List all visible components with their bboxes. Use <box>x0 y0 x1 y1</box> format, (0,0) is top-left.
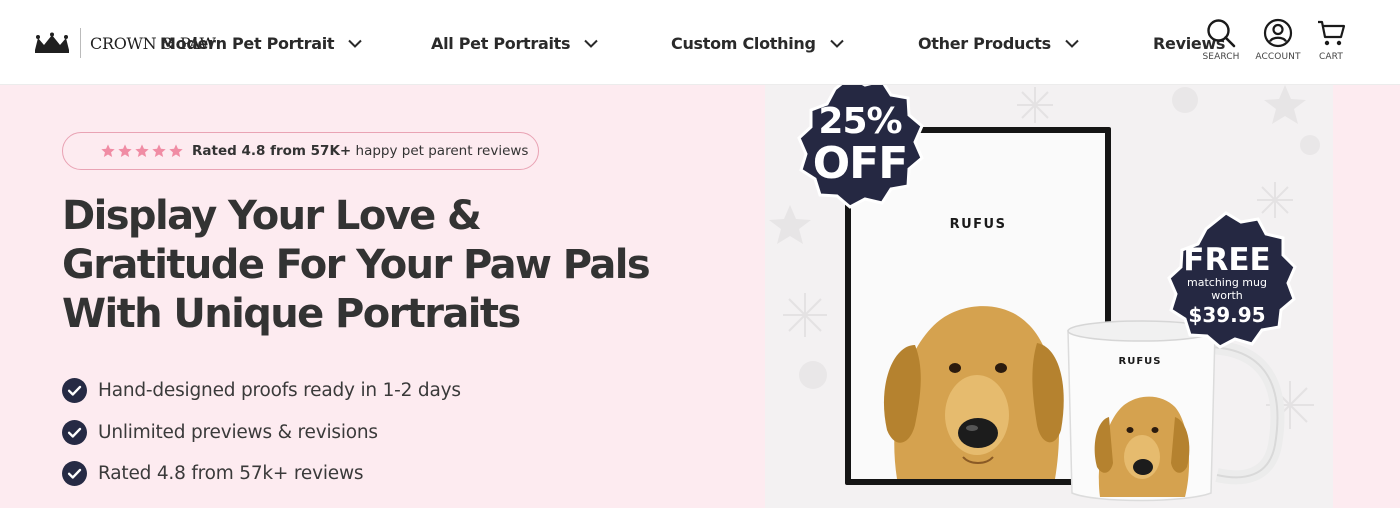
account-label: ACCOUNT <box>1255 52 1301 62</box>
rating-badge: Rated 4.8 from 57K+ happy pet parent rev… <box>62 132 539 170</box>
chevron-down-icon <box>1065 39 1079 48</box>
hero-title-line: Gratitude For Your Paw Pals <box>62 242 651 288</box>
cart-label: CART <box>1319 52 1343 62</box>
discount-percent: 25% <box>818 101 901 142</box>
free-worth: worth <box>1211 289 1243 302</box>
star-rating <box>100 143 184 159</box>
star-icon <box>118 144 132 157</box>
free-subtext: matching mug <box>1187 276 1267 289</box>
chevron-down-icon <box>584 39 598 48</box>
hero-title-line: With Unique Portraits <box>62 291 521 337</box>
hero-title-line: Display Your Love & <box>62 193 482 239</box>
feature-item: Hand-designed proofs ready in 1-2 days <box>62 370 461 412</box>
logo-divider <box>80 28 81 58</box>
star-decoration <box>1264 85 1306 124</box>
product-image: RUFUS 25% OFF RUFUS FREE matching mug wo… <box>765 85 1333 508</box>
discount-off: OFF <box>813 138 908 189</box>
search-button[interactable]: SEARCH <box>1195 18 1247 62</box>
free-price: $39.95 <box>1188 303 1265 327</box>
star-icon <box>152 144 166 157</box>
free-text: FREE <box>1183 242 1270 278</box>
check-circle-icon <box>62 419 87 445</box>
star-icon <box>169 144 183 157</box>
cart-button[interactable]: CART <box>1305 18 1357 62</box>
rating-text: Rated 4.8 from 57K+ happy pet parent rev… <box>192 143 528 159</box>
nav-other-products[interactable]: Other Products <box>918 29 1079 57</box>
product-illustration: RUFUS 25% OFF RUFUS FREE matching mug wo… <box>769 85 1320 502</box>
site-header: CROWN & PAW Modern Pet Portrait All Pet … <box>0 0 1400 85</box>
feature-list: Hand-designed proofs ready in 1-2 days U… <box>62 370 461 495</box>
account-icon <box>1263 18 1293 48</box>
feature-item: Unlimited previews & revisions <box>62 412 461 454</box>
nav-custom-clothing[interactable]: Custom Clothing <box>671 29 844 57</box>
portrait-name: RUFUS <box>950 217 1007 232</box>
hero-title: Display Your Love & Gratitude For Your P… <box>62 192 682 339</box>
star-icon <box>101 144 115 157</box>
mug: RUFUS <box>1067 320 1285 502</box>
chevron-down-icon <box>348 39 362 48</box>
search-label: SEARCH <box>1202 52 1240 62</box>
chevron-down-icon <box>829 39 844 48</box>
crown-icon <box>35 32 69 53</box>
nav-modern-pet-portrait[interactable]: Modern Pet Portrait <box>160 29 362 57</box>
search-icon <box>1207 19 1236 48</box>
check-circle-icon <box>62 378 87 404</box>
free-mug-badge: FREE matching mug worth $39.95 <box>1167 211 1297 349</box>
feature-text: Hand-designed proofs ready in 1-2 days <box>98 380 461 402</box>
discount-badge: 25% OFF <box>797 85 924 209</box>
nav-all-pet-portraits[interactable]: All Pet Portraits <box>431 29 598 57</box>
mug-name: RUFUS <box>1119 356 1162 367</box>
check-circle-icon <box>62 461 87 487</box>
feature-item: Rated 4.8 from 57k+ reviews <box>62 453 461 495</box>
feature-text: Unlimited previews & revisions <box>98 421 378 443</box>
rating-rest: happy pet parent reviews <box>355 143 529 159</box>
feature-text: Rated 4.8 from 57k+ reviews <box>98 463 364 485</box>
nav-label: Other Products <box>918 33 1051 53</box>
nav-label: Modern Pet Portrait <box>160 33 335 53</box>
star-icon <box>135 144 149 157</box>
nav-label: Custom Clothing <box>671 33 816 53</box>
rating-bold: Rated 4.8 from 57K+ <box>192 143 352 159</box>
cart-icon <box>1318 20 1346 46</box>
nav-label: All Pet Portraits <box>431 33 571 53</box>
star-decoration <box>769 205 811 244</box>
account-button[interactable]: ACCOUNT <box>1252 18 1304 62</box>
